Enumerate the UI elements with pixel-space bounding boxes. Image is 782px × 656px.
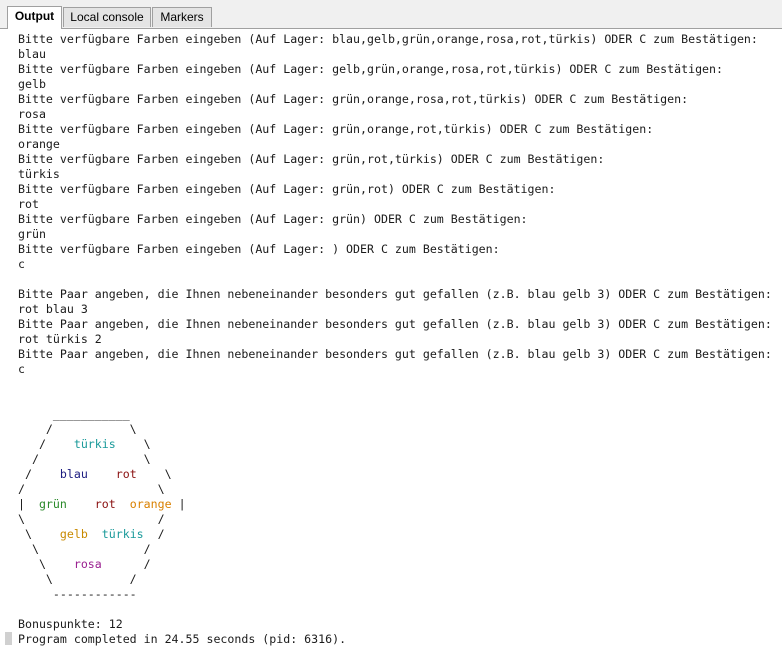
hexagon-row: \ gelb türkis /	[18, 527, 772, 542]
color-label-rosa: rosa	[73, 557, 102, 571]
hexagon-row: ------------	[18, 587, 772, 602]
color-label-rot: rot	[115, 467, 137, 481]
hexagon-border: /	[143, 527, 165, 541]
console-line: Bitte verfügbare Farben eingeben (Auf La…	[18, 212, 528, 226]
console-line: rot	[18, 197, 39, 211]
console-line: Program completed in 24.55 seconds (pid:…	[18, 632, 347, 646]
color-label-blau: blau	[59, 467, 88, 481]
hexagon-border: ------------	[18, 587, 137, 601]
hexagon-border: \ /	[18, 542, 151, 556]
hexagon-border	[67, 497, 95, 511]
hexagon-border: \ /	[18, 512, 165, 526]
hexagon-border: \	[136, 467, 172, 481]
console-line: gelb	[18, 77, 46, 91]
hexagon-border: / \	[18, 422, 137, 436]
hexagon-row: / \	[18, 422, 772, 437]
color-label-orange: orange	[129, 497, 172, 511]
hexagon-border: |	[171, 497, 186, 511]
hexagon-row: | grün rot orange |	[18, 497, 772, 512]
tab-local-console[interactable]: Local console	[63, 7, 151, 27]
hexagon-row: ___________	[18, 407, 772, 422]
output-console: Bitte verfügbare Farben eingeben (Auf La…	[0, 29, 782, 656]
console-line: c	[18, 257, 25, 271]
color-label-tuerkis: türkis	[73, 437, 116, 451]
hexagon-border: \ /	[18, 572, 137, 586]
console-line: rot türkis 2	[18, 332, 102, 346]
console-line: Bitte verfügbare Farben eingeben (Auf La…	[18, 122, 654, 136]
hexagon-border: /	[101, 557, 151, 571]
color-label-tuerkis: türkis	[101, 527, 144, 541]
hexagon-border: ___________	[18, 407, 130, 421]
hexagon-row: / \	[18, 482, 772, 497]
console-line: blau	[18, 47, 46, 61]
hexagon-row: / blau rot \	[18, 467, 772, 482]
tab-bar: Output Local console Markers	[0, 0, 782, 29]
console-line: Bonuspunkte: 12	[18, 617, 123, 631]
color-label-rot: rot	[94, 497, 116, 511]
console-line: Bitte Paar angeben, die Ihnen nebeneinan…	[18, 287, 772, 301]
current-line-marker	[5, 632, 12, 645]
hexagon-border: |	[18, 497, 39, 511]
console-text: Bitte verfügbare Farben eingeben (Auf La…	[18, 32, 772, 647]
console-line: grün	[18, 227, 46, 241]
hexagon-row: \ /	[18, 512, 772, 527]
console-line: Bitte verfügbare Farben eingeben (Auf La…	[18, 182, 556, 196]
console-line: orange	[18, 137, 60, 151]
hexagon-border: \	[115, 437, 151, 451]
console-line: Bitte verfügbare Farben eingeben (Auf La…	[18, 62, 723, 76]
console-line: Bitte verfügbare Farben eingeben (Auf La…	[18, 32, 758, 46]
hexagon-border: \	[18, 557, 74, 571]
console-line: Bitte verfügbare Farben eingeben (Auf La…	[18, 92, 689, 106]
hexagon-row: \ /	[18, 542, 772, 557]
console-line: Bitte Paar angeben, die Ihnen nebeneinan…	[18, 347, 772, 361]
console-line: Bitte verfügbare Farben eingeben (Auf La…	[18, 242, 500, 256]
console-line: c	[18, 362, 25, 376]
hexagon-border: \	[18, 527, 60, 541]
console-line: rosa	[18, 107, 46, 121]
console-line: türkis	[18, 167, 60, 181]
tab-output[interactable]: Output	[7, 6, 62, 29]
hexagon-border: /	[18, 437, 74, 451]
hexagon-row: / \	[18, 452, 772, 467]
hexagon-border	[88, 467, 116, 481]
console-line: Bitte verfügbare Farben eingeben (Auf La…	[18, 152, 605, 166]
hexagon-border	[116, 497, 130, 511]
color-label-gelb: gelb	[59, 527, 88, 541]
console-line: Bitte Paar angeben, die Ihnen nebeneinan…	[18, 317, 772, 331]
hexagon-row: / türkis \	[18, 437, 772, 452]
hexagon-border	[88, 527, 102, 541]
hexagon-border: / \	[18, 452, 151, 466]
hexagon-row: \ rosa /	[18, 557, 772, 572]
hexagon-row: \ /	[18, 572, 772, 587]
tab-markers[interactable]: Markers	[152, 7, 212, 27]
hexagon-border: /	[18, 467, 60, 481]
console-line: rot blau 3	[18, 302, 88, 316]
color-label-gruen: grün	[38, 497, 67, 511]
hexagon-border: / \	[18, 482, 165, 496]
